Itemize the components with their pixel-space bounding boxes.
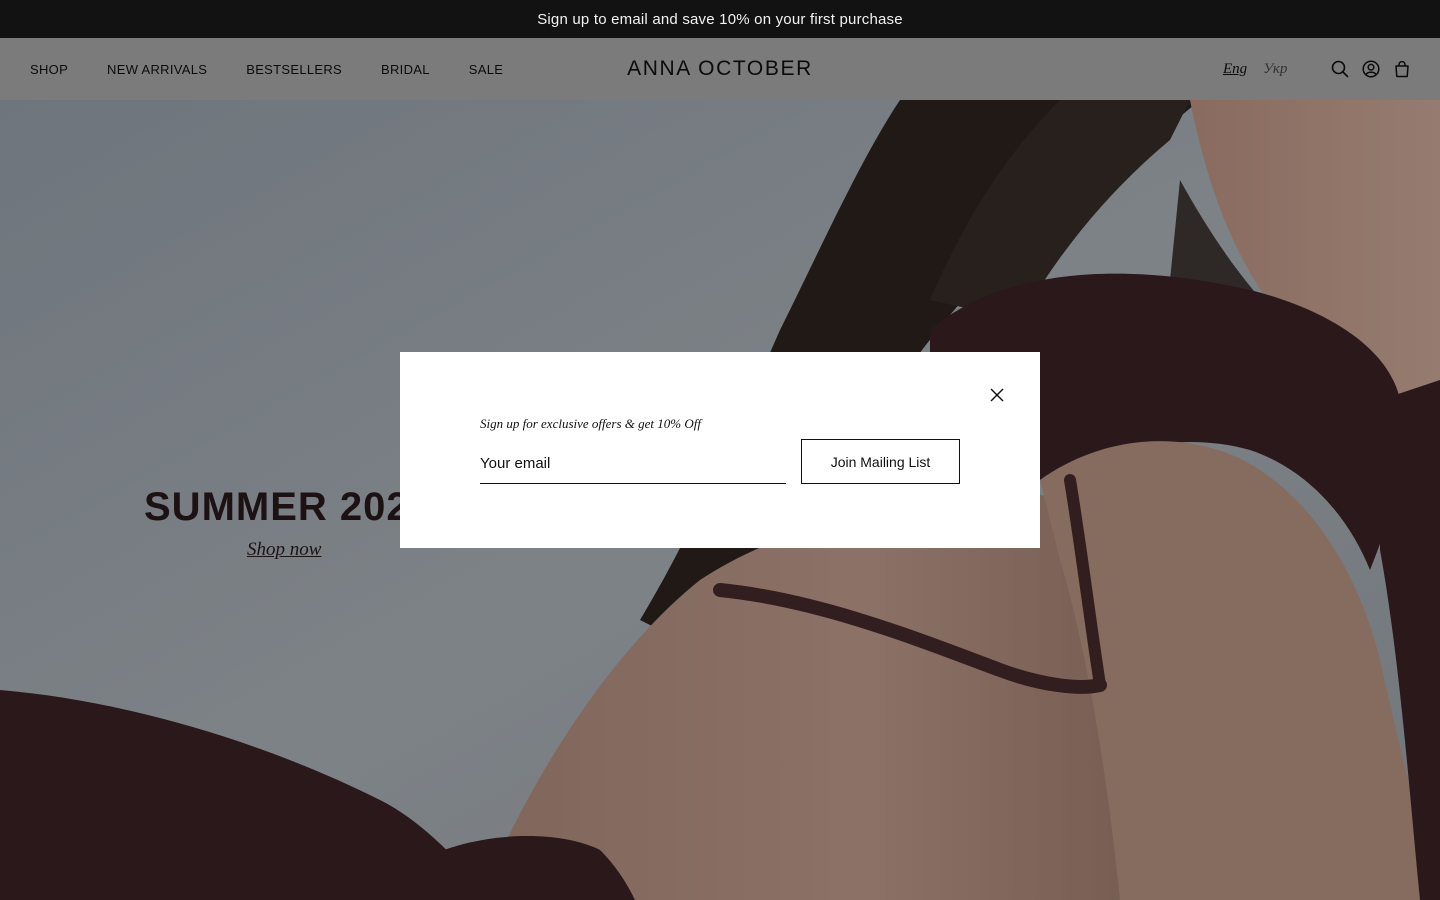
email-field[interactable] <box>480 444 786 484</box>
newsletter-modal: Sign up for exclusive offers & get 10% O… <box>400 352 1040 548</box>
modal-heading: Sign up for exclusive offers & get 10% O… <box>480 416 701 431</box>
announcement-text[interactable]: Sign up to email and save 10% on your fi… <box>537 11 903 28</box>
join-mailing-list-button[interactable]: Join Mailing List <box>801 439 960 484</box>
close-icon[interactable] <box>988 386 1006 404</box>
announcement-bar[interactable]: Sign up to email and save 10% on your fi… <box>0 0 1440 38</box>
